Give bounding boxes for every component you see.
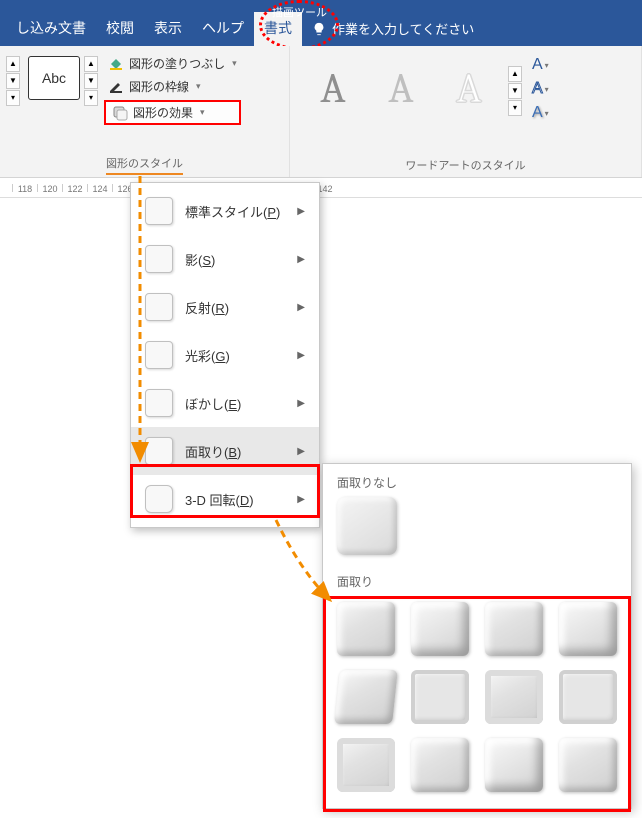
fx-item-glow[interactable]: 光彩(G) ▶ bbox=[131, 331, 319, 379]
shadow-thumb-icon bbox=[145, 245, 173, 273]
fx-item-preset[interactable]: 標準スタイル(P) ▶ bbox=[131, 187, 319, 235]
lightbulb-icon bbox=[312, 22, 326, 36]
bevel-swatch-4[interactable] bbox=[559, 602, 617, 656]
fx-item-softedges[interactable]: ぼかし(E) ▶ bbox=[131, 379, 319, 427]
shape-effects-menu: 標準スタイル(P) ▶ 影(S) ▶ 反射(R) ▶ 光彩(G) ▶ ぼかし(E… bbox=[130, 182, 320, 528]
tell-me-label: 作業を入力してください bbox=[332, 19, 474, 38]
bevel-swatch-12[interactable] bbox=[559, 738, 617, 792]
gallery-up-button[interactable]: ▲ bbox=[6, 56, 20, 72]
group-shape-styles: ▲ ▼ ▾ Abc ▲ ▼ ▾ 図形の塗りつぶし▾ 図形の枠線▾ bbox=[0, 46, 290, 177]
glow-thumb-icon bbox=[145, 341, 173, 369]
bevel-submenu: 面取りなし 面取り bbox=[322, 463, 632, 809]
horizontal-ruler: 118120122124126128130132134136138140142 bbox=[0, 178, 642, 198]
wordart-preview-2[interactable]: A bbox=[372, 61, 430, 115]
bevel-swatch-6[interactable] bbox=[411, 670, 469, 724]
bevel-swatch-7[interactable] bbox=[485, 670, 543, 724]
gallery-more-button-2[interactable]: ▾ bbox=[84, 90, 98, 106]
tab-view[interactable]: 表示 bbox=[144, 12, 192, 46]
submenu-arrow-icon: ▶ bbox=[297, 254, 305, 265]
bevel-swatch-1[interactable] bbox=[337, 602, 395, 656]
text-outline-button[interactable]: A▾ bbox=[532, 80, 549, 98]
context-tool-label: 描画ツール bbox=[272, 4, 327, 20]
wordart-gallery[interactable]: A A A ▲ ▼ ▾ bbox=[296, 50, 530, 122]
shape-effects-label: 図形の効果 bbox=[133, 104, 193, 121]
submenu-arrow-icon: ▶ bbox=[297, 350, 305, 361]
bevel-swatch-2[interactable] bbox=[411, 602, 469, 656]
bevel-none-swatch[interactable] bbox=[337, 497, 397, 555]
gallery-more-button[interactable]: ▾ bbox=[6, 90, 20, 106]
gallery-down-button[interactable]: ▼ bbox=[6, 73, 20, 89]
text-fill-button[interactable]: A▾ bbox=[532, 56, 549, 74]
bevel-swatch-8[interactable] bbox=[559, 670, 617, 724]
bevel-thumb-icon bbox=[145, 437, 173, 465]
ribbon-content: ▲ ▼ ▾ Abc ▲ ▼ ▾ 図形の塗りつぶし▾ 図形の枠線▾ bbox=[0, 46, 642, 178]
bevel-swatch-3[interactable] bbox=[485, 602, 543, 656]
bevel-none-label: 面取りなし bbox=[323, 464, 631, 497]
bevel-section-label: 面取り bbox=[323, 563, 631, 596]
wa-more-button[interactable]: ▾ bbox=[508, 100, 522, 116]
shape-style-gallery-nav: ▲ ▼ ▾ bbox=[6, 56, 20, 106]
wordart-group-label: ワードアートのスタイル bbox=[296, 155, 635, 175]
shape-style-preview[interactable]: Abc bbox=[28, 56, 80, 100]
gallery-down-button-2[interactable]: ▼ bbox=[84, 73, 98, 89]
bevel-swatch-10[interactable] bbox=[411, 738, 469, 792]
bevel-swatch-11[interactable] bbox=[485, 738, 543, 792]
shape-fill-label: 図形の塗りつぶし bbox=[129, 55, 225, 72]
shape-options-col: 図形の塗りつぶし▾ 図形の枠線▾ 図形の効果▾ bbox=[104, 50, 241, 125]
wordart-preview-3[interactable]: A bbox=[440, 61, 498, 115]
pen-icon bbox=[108, 79, 124, 95]
wa-down-button[interactable]: ▼ bbox=[508, 83, 522, 99]
wordart-preview-1[interactable]: A bbox=[304, 61, 362, 115]
submenu-arrow-icon: ▶ bbox=[297, 206, 305, 217]
effects-icon bbox=[112, 105, 128, 121]
shape-style-gallery-nav2: ▲ ▼ ▾ bbox=[84, 56, 98, 106]
reflection-thumb-icon bbox=[145, 293, 173, 321]
shape-styles-group-label: 図形のスタイル bbox=[106, 153, 183, 175]
wa-up-button[interactable]: ▲ bbox=[508, 66, 522, 82]
submenu-arrow-icon: ▶ bbox=[297, 398, 305, 409]
bevel-gallery-grid bbox=[323, 596, 631, 808]
tab-help[interactable]: ヘルプ bbox=[192, 12, 254, 46]
preset-thumb-icon bbox=[145, 197, 173, 225]
gallery-up-button-2[interactable]: ▲ bbox=[84, 56, 98, 72]
fx-item-shadow[interactable]: 影(S) ▶ bbox=[131, 235, 319, 283]
tell-me-box[interactable]: 作業を入力してください bbox=[302, 13, 484, 46]
shape-outline-label: 図形の枠線 bbox=[129, 78, 189, 95]
ribbon-tabs-bar: 描画ツール し込み文書 校閲 表示 ヘルプ 書式 作業を入力してください bbox=[0, 0, 642, 46]
shape-outline-button[interactable]: 図形の枠線▾ bbox=[104, 77, 241, 96]
fx-item-bevel[interactable]: 面取り(B) ▶ bbox=[131, 427, 319, 475]
wordart-gallery-nav: ▲ ▼ ▾ bbox=[508, 66, 522, 116]
shape-effects-button[interactable]: 図形の効果▾ bbox=[104, 100, 241, 125]
submenu-arrow-icon: ▶ bbox=[297, 446, 305, 457]
fx-item-reflection[interactable]: 反射(R) ▶ bbox=[131, 283, 319, 331]
softedges-thumb-icon bbox=[145, 389, 173, 417]
paint-bucket-icon bbox=[108, 56, 124, 72]
bevel-swatch-9[interactable] bbox=[337, 738, 395, 792]
bevel-swatch-5[interactable] bbox=[334, 670, 398, 724]
submenu-arrow-icon: ▶ bbox=[297, 494, 305, 505]
shape-fill-button[interactable]: 図形の塗りつぶし▾ bbox=[104, 54, 241, 73]
tab-review[interactable]: 校閲 bbox=[96, 12, 144, 46]
submenu-arrow-icon: ▶ bbox=[297, 302, 305, 313]
text-effects-button[interactable]: A▾ bbox=[532, 104, 549, 122]
group-wordart-styles: A A A ▲ ▼ ▾ A▾ A▾ A▾ ワードアートのスタイル bbox=[290, 46, 642, 177]
wordart-side-options: A▾ A▾ A▾ bbox=[530, 50, 551, 122]
tab-mailings[interactable]: し込み文書 bbox=[6, 12, 96, 46]
fx-item-3drotation[interactable]: 3-D 回転(D) ▶ bbox=[131, 475, 319, 523]
rotate3d-thumb-icon bbox=[145, 485, 173, 513]
